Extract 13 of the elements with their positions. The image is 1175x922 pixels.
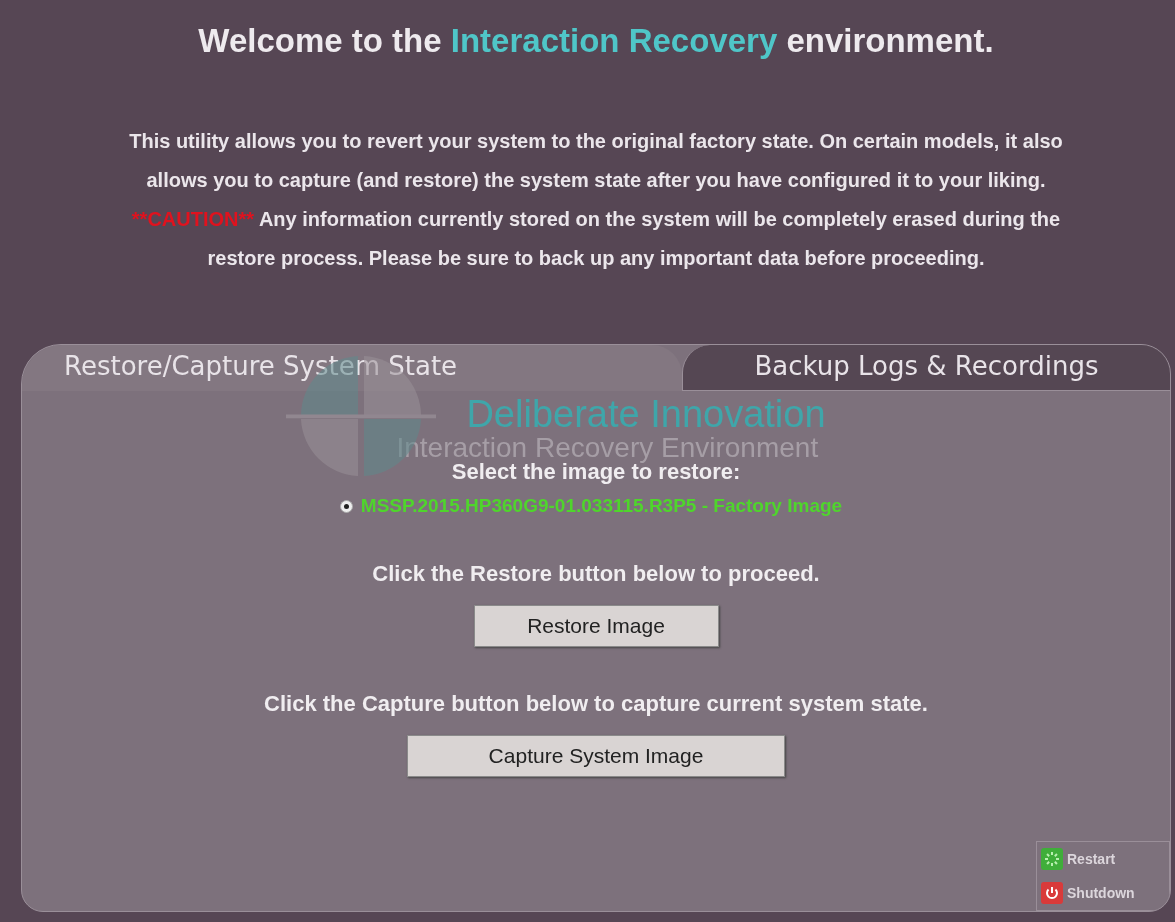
restore-hint: Click the Restore button below to proceed. [372,561,820,587]
logo-name: Deliberate Innovation [466,395,826,433]
select-prompt: Select the image to restore: [451,459,741,485]
power-icon [1041,882,1063,904]
radio-button[interactable] [339,499,353,513]
capture-button[interactable]: Capture System Image [407,735,785,777]
intro-paragraph: This utility allows you to revert your system to the original factory state. On certain models, it also allows you to capture (and restore) the system state after you have configured it to your liking. **CAUTION** Any information currently stored on the system will be completely erased during the restore process. Please be sure to back up any important data before proceeding. [128,129,1064,271]
image-label: MSSP.2015.HP360G9-01.033115.R3P5 - Factory Image [360,495,843,517]
welcome-title: Welcome to the Interaction Recovery environment. [198,22,994,60]
restore-button[interactable]: Restore Image [473,605,719,647]
spinner-icon [1041,848,1063,870]
capture-hint: Click the Capture button below to capture current system state. [264,691,928,717]
tab[interactable]: Backup Logs & Recordings [682,345,1170,391]
